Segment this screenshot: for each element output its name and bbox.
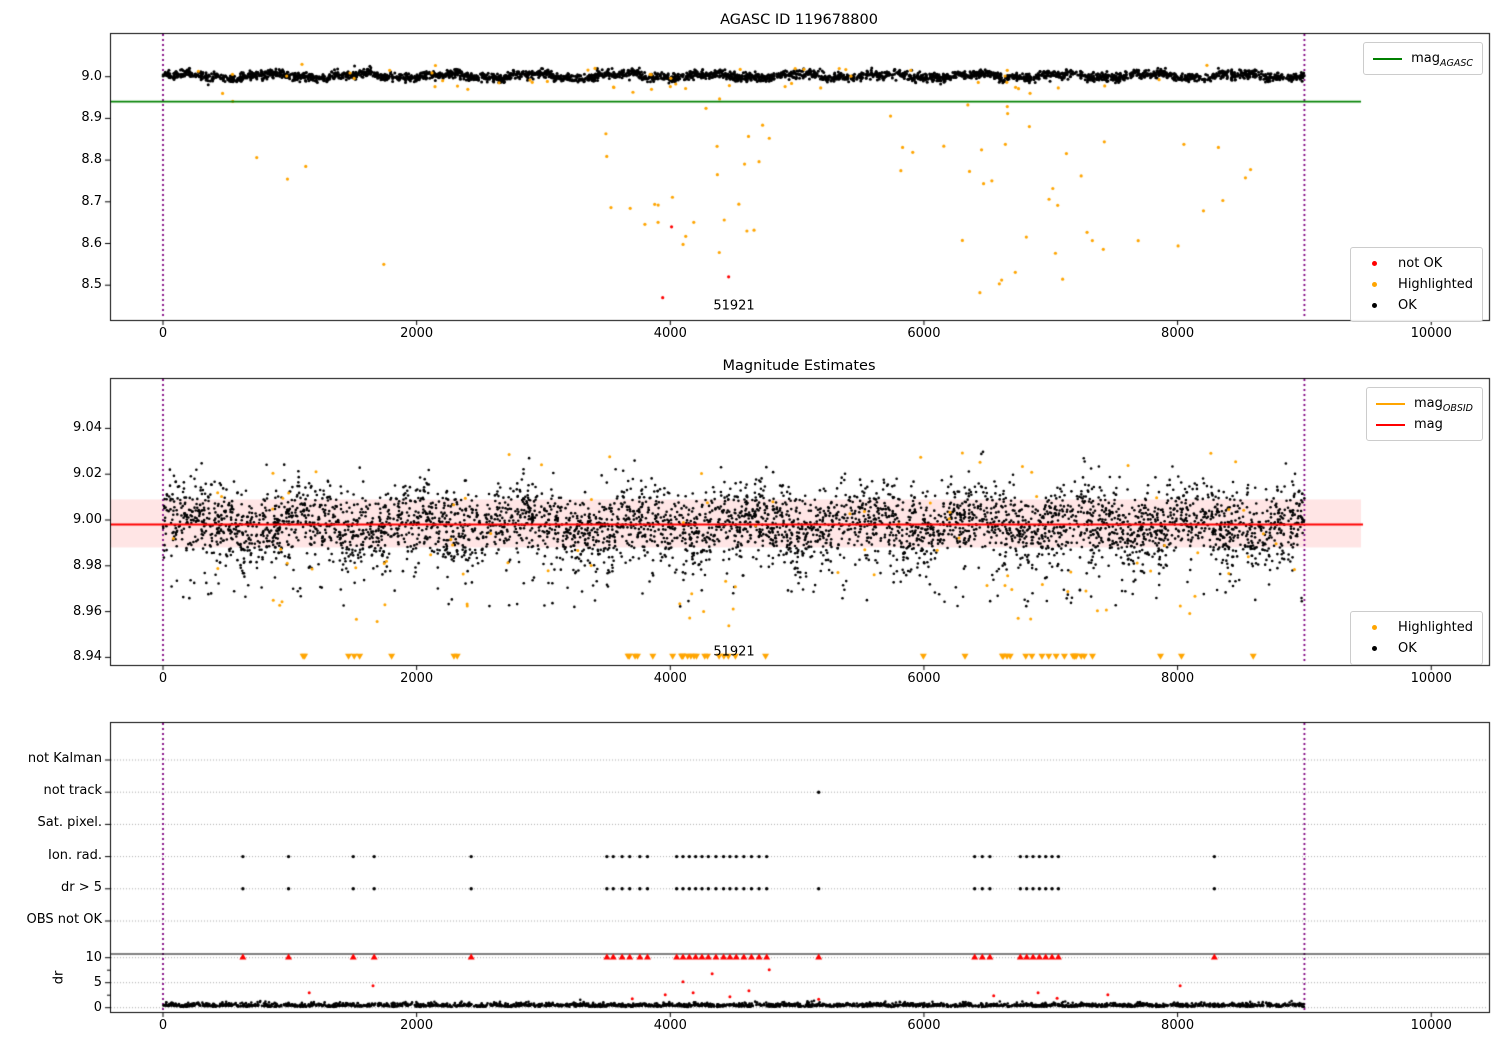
plot2-ytick-label: 9.00: [42, 512, 102, 527]
plot2-legend-lines: magOBSID mag: [1366, 387, 1483, 441]
plot3-flag-label: dr > 5: [4, 880, 102, 895]
plot3-dr-tick-label: 0: [42, 1000, 102, 1015]
x-tick-label: 0: [128, 326, 198, 341]
x-tick-label: 10000: [1396, 326, 1466, 341]
plot3-flag-label: Sat. pixel.: [4, 815, 102, 830]
ok-dot-swatch: [1360, 646, 1389, 651]
legend-item-mag-agasc: magAGASC: [1373, 48, 1473, 69]
x-tick-label: 4000: [635, 326, 705, 341]
plot1-legend-markers: not OK Highlighted OK: [1350, 247, 1483, 322]
plot2-ytick-label: 8.94: [42, 649, 102, 664]
plot2-title: Magnitude Estimates: [722, 358, 875, 374]
plot3-flag-label: OBS not OK: [4, 912, 102, 927]
highlighted-dot-swatch: [1360, 282, 1389, 287]
legend-item-highlighted: Highlighted: [1360, 617, 1473, 638]
plot1-ytick-label: 8.7: [42, 194, 102, 209]
plot2-ytick-label: 9.04: [42, 420, 102, 435]
plot1-ytick-label: 8.5: [42, 277, 102, 292]
plot1-annotation: 51921: [713, 299, 754, 314]
x-tick-label: 6000: [889, 1018, 959, 1033]
not-ok-dot-swatch: [1360, 261, 1389, 266]
plot2-ytick-label: 8.98: [42, 558, 102, 573]
plot2-ytick-label: 8.96: [42, 604, 102, 619]
x-tick-label: 8000: [1143, 1018, 1213, 1033]
legend-label: magOBSID: [1414, 396, 1473, 411]
legend-item-ok: OK: [1360, 295, 1473, 316]
plot1-title: AGASC ID 119678800: [720, 12, 878, 28]
x-tick-label: 8000: [1143, 671, 1213, 686]
x-tick-label: 6000: [889, 671, 959, 686]
legend-item-ok: OK: [1360, 638, 1473, 659]
x-tick-label: 6000: [889, 326, 959, 341]
legend-item-mag: mag: [1376, 414, 1473, 435]
plot1-ytick-label: 8.8: [42, 152, 102, 167]
x-tick-label: 2000: [382, 1018, 452, 1033]
plot2-legend-markers: Highlighted OK: [1350, 611, 1483, 665]
x-tick-label: 2000: [382, 671, 452, 686]
legend-item-highlighted: Highlighted: [1360, 274, 1473, 295]
plot3-flag-label: Ion. rad.: [4, 848, 102, 863]
legend-label: mag: [1414, 417, 1443, 432]
highlighted-dot-swatch: [1360, 625, 1389, 630]
plot1-ytick-label: 9.0: [42, 69, 102, 84]
plot1-ytick-label: 8.9: [42, 110, 102, 125]
x-tick-label: 4000: [635, 671, 705, 686]
mag-agasc-line-swatch: [1373, 58, 1402, 60]
plot3-flag-label: not Kalman: [4, 751, 102, 766]
x-tick-label: 10000: [1396, 671, 1466, 686]
plot1-ytick-label: 8.6: [42, 236, 102, 251]
x-tick-label: 8000: [1143, 326, 1213, 341]
legend-item-not-ok: not OK: [1360, 253, 1473, 274]
plot2-ytick-label: 9.02: [42, 466, 102, 481]
x-tick-label: 10000: [1396, 1018, 1466, 1033]
plot3-flag-label: not track: [4, 783, 102, 798]
legend-item-mag-obsid: magOBSID: [1376, 393, 1473, 414]
x-tick-label: 2000: [382, 326, 452, 341]
mag-obsid-line-swatch: [1376, 403, 1405, 405]
mag-line-swatch: [1376, 424, 1405, 426]
plot3-dr-tick-label: 5: [42, 975, 102, 990]
chart-canvas: [0, 0, 1500, 1050]
ok-dot-swatch: [1360, 303, 1389, 308]
plot1-legend-line: magAGASC: [1363, 42, 1483, 75]
figure: AGASC ID 119678800 Magnitude Estimates 5…: [0, 0, 1500, 1050]
x-tick-label: 4000: [635, 1018, 705, 1033]
x-tick-label: 0: [128, 1018, 198, 1033]
x-tick-label: 0: [128, 671, 198, 686]
legend-label: magAGASC: [1411, 51, 1473, 66]
plot2-annotation: 51921: [713, 645, 754, 660]
plot3-dr-tick-label: 10: [42, 950, 102, 965]
